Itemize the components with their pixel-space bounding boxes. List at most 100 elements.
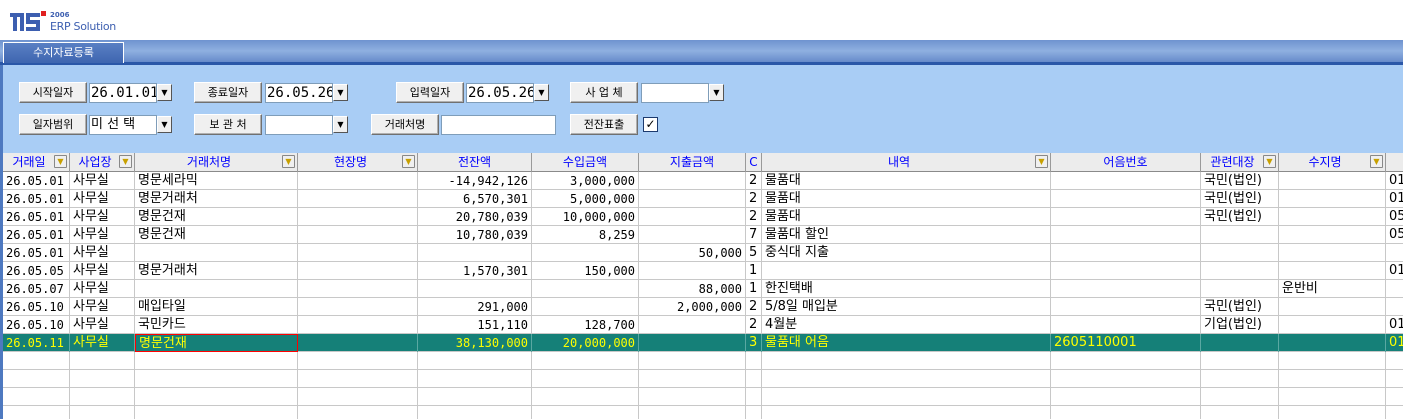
cell-desc[interactable]: 4월분 <box>762 316 1051 334</box>
cell-balance[interactable] <box>418 406 532 419</box>
cell-balance[interactable] <box>418 388 532 406</box>
cell-expense[interactable] <box>639 334 746 352</box>
column-header-ledger[interactable]: 관련대장 ▼ <box>1201 153 1279 172</box>
column-header-field[interactable]: 현장명 ▼ <box>298 153 418 172</box>
cell-desc[interactable]: 5/8일 매입분 <box>762 298 1051 316</box>
cell-extra[interactable]: 01 <box>1386 334 1403 352</box>
cell-category[interactable] <box>1279 298 1386 316</box>
sort-arrow-icon[interactable]: ▼ <box>402 155 415 168</box>
cell-category[interactable] <box>1279 172 1386 190</box>
cell-vendor[interactable] <box>135 280 298 298</box>
cell-note[interactable] <box>1051 208 1201 226</box>
cell-date[interactable]: 26.05.07 <box>3 280 70 298</box>
cell-field[interactable] <box>298 280 418 298</box>
cell-note[interactable] <box>1051 316 1201 334</box>
cell-vendor[interactable]: 명문건재 <box>135 334 298 352</box>
start-date-dropdown-icon[interactable]: ▼ <box>157 84 172 101</box>
cell-desc[interactable]: 중식대 지출 <box>762 244 1051 262</box>
company-button[interactable]: 사 업 체 <box>570 82 638 103</box>
company-select[interactable] <box>641 83 709 103</box>
cell-c[interactable] <box>746 370 762 388</box>
cell-site[interactable]: 사무실 <box>70 298 135 316</box>
cell-desc[interactable] <box>762 370 1051 388</box>
column-header-desc[interactable]: 내역 ▼ <box>762 153 1051 172</box>
cell-note[interactable] <box>1051 244 1201 262</box>
cell-category[interactable] <box>1279 226 1386 244</box>
cell-extra[interactable]: 01 <box>1386 316 1403 334</box>
cell-category[interactable] <box>1279 244 1386 262</box>
column-header-site[interactable]: 사업장 ▼ <box>70 153 135 172</box>
end-date-field[interactable]: 26.05.26 <box>265 83 333 103</box>
cell-income[interactable]: 20,000,000 <box>532 334 639 352</box>
cell-site[interactable]: 사무실 <box>70 316 135 334</box>
storage-select[interactable] <box>265 115 333 135</box>
storage-dropdown-icon[interactable]: ▼ <box>333 116 348 133</box>
cell-ledger[interactable] <box>1201 388 1279 406</box>
company-dropdown-icon[interactable]: ▼ <box>709 84 724 101</box>
cell-desc[interactable]: 물품대 할인 <box>762 226 1051 244</box>
cell-date[interactable] <box>3 370 70 388</box>
column-header-note[interactable]: 어음번호 <box>1051 153 1201 172</box>
cell-site[interactable] <box>70 370 135 388</box>
column-header-income[interactable]: 수입금액 <box>532 153 639 172</box>
cell-c[interactable]: 7 <box>746 226 762 244</box>
sort-arrow-icon[interactable]: ▼ <box>1035 155 1048 168</box>
cell-field[interactable] <box>298 388 418 406</box>
sort-arrow-icon[interactable]: ▼ <box>1370 155 1383 168</box>
cell-extra[interactable] <box>1386 370 1403 388</box>
cell-vendor[interactable]: 명문건재 <box>135 208 298 226</box>
cell-income[interactable]: 10,000,000 <box>532 208 639 226</box>
cell-field[interactable] <box>298 190 418 208</box>
cell-site[interactable] <box>70 352 135 370</box>
date-range-select[interactable]: 미 선 택 <box>89 115 157 135</box>
table-row[interactable]: 26.05.01 사무실 50,000 5 중식대 지출 <box>3 244 1403 262</box>
cell-note[interactable] <box>1051 388 1201 406</box>
cell-site[interactable]: 사무실 <box>70 334 135 352</box>
cell-expense[interactable] <box>639 190 746 208</box>
cell-balance[interactable] <box>418 352 532 370</box>
cell-extra[interactable] <box>1386 352 1403 370</box>
cell-field[interactable] <box>298 244 418 262</box>
cell-balance[interactable]: 20,780,039 <box>418 208 532 226</box>
cell-income[interactable]: 8,259 <box>532 226 639 244</box>
cell-field[interactable] <box>298 370 418 388</box>
cell-note[interactable] <box>1051 406 1201 419</box>
cell-ledger[interactable] <box>1201 370 1279 388</box>
cell-extra[interactable] <box>1386 406 1403 419</box>
cell-field[interactable] <box>298 334 418 352</box>
cell-balance[interactable] <box>418 280 532 298</box>
cell-note[interactable] <box>1051 172 1201 190</box>
cell-c[interactable]: 2 <box>746 316 762 334</box>
table-row[interactable]: 26.05.01 사무실 명문세라믹 -14,942,126 3,000,000 2 물품대… <box>3 172 1403 190</box>
cell-income[interactable] <box>532 352 639 370</box>
cell-note[interactable] <box>1051 262 1201 280</box>
cell-category[interactable] <box>1279 388 1386 406</box>
cell-vendor[interactable]: 매입타일 <box>135 298 298 316</box>
cell-income[interactable] <box>532 370 639 388</box>
column-header-expense[interactable]: 지출금액 <box>639 153 746 172</box>
cell-ledger[interactable] <box>1201 406 1279 419</box>
cell-site[interactable]: 사무실 <box>70 244 135 262</box>
cell-category[interactable] <box>1279 262 1386 280</box>
cell-extra[interactable]: 01 <box>1386 172 1403 190</box>
end-date-dropdown-icon[interactable]: ▼ <box>333 84 348 101</box>
input-date-button[interactable]: 입력일자 <box>396 82 464 103</box>
column-header-category[interactable]: 수지명 ▼ <box>1279 153 1386 172</box>
cell-date[interactable]: 26.05.10 <box>3 298 70 316</box>
cell-income[interactable] <box>532 406 639 419</box>
cell-desc[interactable]: 물품대 <box>762 190 1051 208</box>
cell-c[interactable]: 2 <box>746 298 762 316</box>
cell-field[interactable] <box>298 298 418 316</box>
cell-income[interactable]: 5,000,000 <box>532 190 639 208</box>
date-range-dropdown-icon[interactable]: ▼ <box>157 116 172 133</box>
cell-date[interactable] <box>3 352 70 370</box>
cell-category[interactable] <box>1279 334 1386 352</box>
cell-ledger[interactable] <box>1201 352 1279 370</box>
sort-arrow-icon[interactable]: ▼ <box>54 155 67 168</box>
cell-expense[interactable] <box>639 370 746 388</box>
cell-extra[interactable] <box>1386 280 1403 298</box>
cell-desc[interactable] <box>762 406 1051 419</box>
cell-balance[interactable]: 1,570,301 <box>418 262 532 280</box>
column-header-c[interactable]: C <box>746 153 762 172</box>
cell-field[interactable] <box>298 172 418 190</box>
